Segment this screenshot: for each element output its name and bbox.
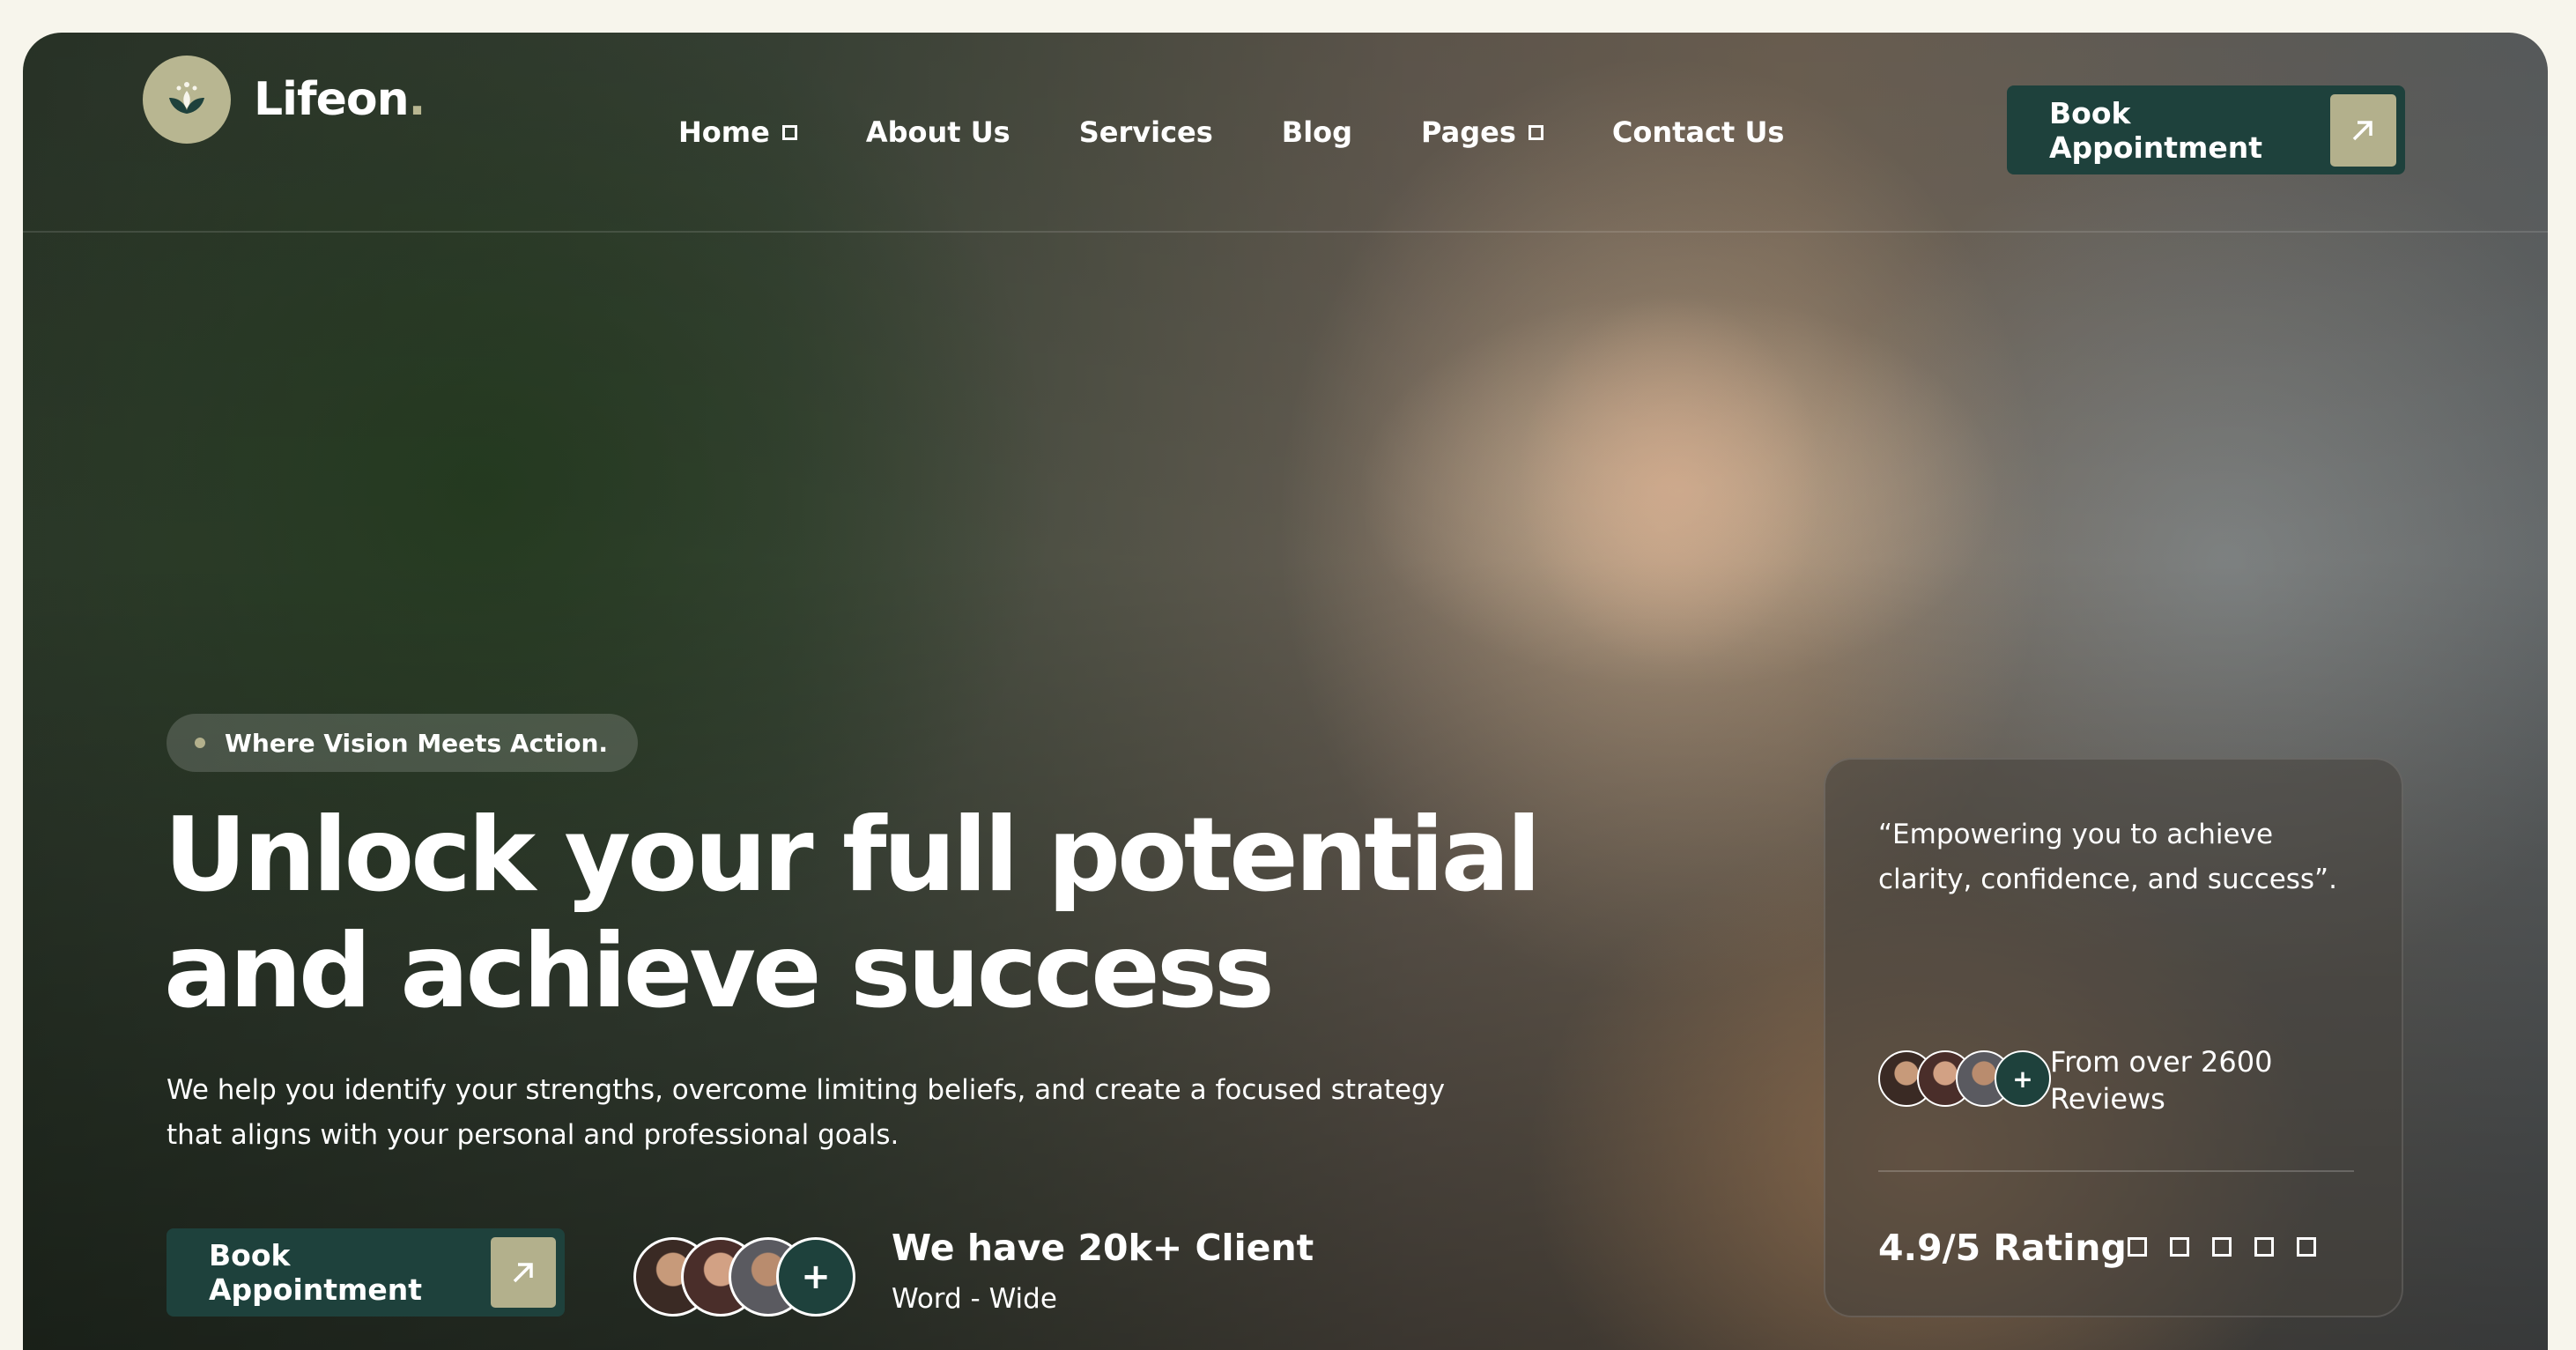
plus-icon: + xyxy=(776,1237,855,1317)
client-avatar-group: + xyxy=(633,1237,855,1317)
hero-book-appointment-button[interactable]: Book Appointment xyxy=(167,1228,565,1317)
button-label: Book Appointment xyxy=(2049,95,2263,165)
rating-value: 4.9/5 Rating xyxy=(1878,1227,2127,1269)
tagline-text: Where Vision Meets Action. xyxy=(225,728,609,758)
card-divider xyxy=(1878,1170,2354,1172)
dropdown-icon xyxy=(781,124,797,140)
header-book-appointment-button[interactable]: Book Appointment xyxy=(2007,85,2405,174)
clients-count-subtitle: Word - Wide xyxy=(892,1283,1057,1315)
main-nav: Home About Us Services Blog Pages Contac… xyxy=(678,115,1853,149)
star-icon xyxy=(2128,1237,2147,1257)
star-icon xyxy=(2297,1237,2316,1257)
testimonial-card: “Empowering you to achieve clarity, conf… xyxy=(1824,758,2403,1317)
nav-item-pages[interactable]: Pages xyxy=(1421,115,1543,149)
star-icon xyxy=(2254,1237,2274,1257)
nav-item-services[interactable]: Services xyxy=(1079,115,1213,149)
nav-item-blog[interactable]: Blog xyxy=(1282,115,1352,149)
hero-subtext: We help you identify your strengths, ove… xyxy=(167,1074,1446,1151)
lotus-leaf-icon xyxy=(143,56,231,144)
nav-item-contact-us[interactable]: Contact Us xyxy=(1612,115,1785,149)
hero-headline: Unlock your full potential and achieve s… xyxy=(164,796,1542,1031)
headline-line-2: and achieve success xyxy=(164,912,1275,1031)
arrow-up-right-icon xyxy=(491,1237,556,1308)
nav-item-about-us[interactable]: About Us xyxy=(866,115,1010,149)
testimonial-quote: “Empowering you to achieve clarity, conf… xyxy=(1878,819,2337,895)
brand-name: Lifeon. xyxy=(254,73,426,126)
header-divider xyxy=(23,231,2548,233)
reviews-count: From over 2600 Reviews xyxy=(2050,1045,2273,1116)
hero-tagline-pill: Where Vision Meets Action. xyxy=(167,714,639,772)
dropdown-icon xyxy=(1528,124,1543,140)
star-icon xyxy=(2170,1237,2189,1257)
hero-photo-face xyxy=(1450,235,1891,729)
brand-logo[interactable]: Lifeon. xyxy=(143,56,426,144)
reviewer-avatar-group: + xyxy=(1878,1050,2051,1107)
rating-stars xyxy=(2128,1237,2316,1257)
arrow-up-right-icon xyxy=(2329,93,2396,167)
bullet-dot xyxy=(195,738,205,748)
star-icon xyxy=(2212,1237,2232,1257)
plus-icon: + xyxy=(1995,1050,2051,1107)
nav-item-home[interactable]: Home xyxy=(678,115,797,149)
headline-line-1: Unlock your full potential xyxy=(164,796,1542,915)
clients-count-title: We have 20k+ Client xyxy=(892,1227,1314,1269)
button-label: Book Appointment xyxy=(209,1238,423,1307)
